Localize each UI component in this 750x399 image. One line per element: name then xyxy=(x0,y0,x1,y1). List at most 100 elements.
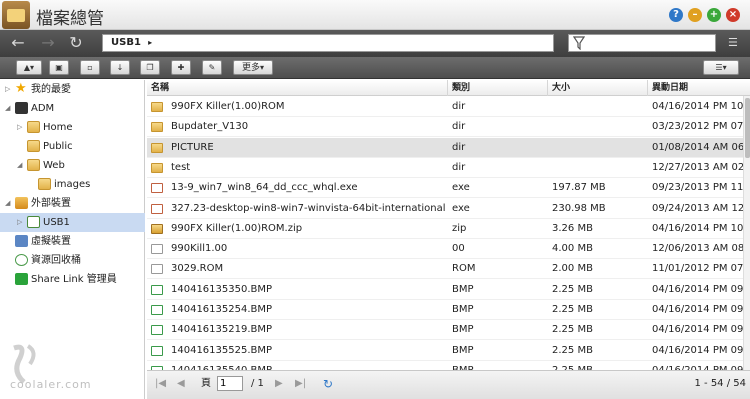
refresh-page-icon[interactable]: ↻ xyxy=(323,377,333,391)
file-row[interactable]: 3029.ROM ROM 2.00 MB 11/01/2012 PM 07. xyxy=(147,259,743,280)
tree-item-web[interactable]: ◢ Web xyxy=(0,156,145,175)
folder-icon xyxy=(151,102,163,112)
exe-icon xyxy=(151,203,163,214)
close-icon[interactable]: × xyxy=(726,8,740,22)
tree-item-share-link-manager[interactable]: Share Link 管理員 xyxy=(0,270,145,289)
file-row[interactable]: 990FX Killer(1.00)ROM.zip zip 3.26 MB 04/16… xyxy=(147,219,743,239)
file-name: 140416135219.BMP xyxy=(171,324,273,336)
last-page-icon[interactable]: ▶| xyxy=(295,377,306,391)
file-row[interactable]: test dir 12/27/2013 AM 02. xyxy=(147,158,743,178)
maximize-icon[interactable]: + xyxy=(707,8,721,22)
tree-item-favorites[interactable]: ▷ ★ 我的最愛 xyxy=(0,80,145,99)
file-row[interactable]: 140416135254.BMP BMP 2.25 MB 04/16/2014 PM … xyxy=(147,300,743,320)
tree-item-usb1[interactable]: ▷ USB1 xyxy=(0,213,145,232)
star-icon: ★ xyxy=(15,81,27,96)
tree-item-label: images xyxy=(54,179,91,190)
file-size: 230.98 MB xyxy=(552,202,606,214)
tree-item-virtual-devices[interactable]: 虛擬裝置 xyxy=(0,232,145,251)
folder-icon xyxy=(38,178,51,190)
minimize-icon[interactable]: – xyxy=(688,8,702,22)
bmp-icon xyxy=(151,305,163,315)
collapse-arrow-icon[interactable]: ◢ xyxy=(5,99,13,118)
download-button[interactable]: ↓ xyxy=(110,60,130,75)
file-row[interactable]: 140416135525.BMP BMP 2.25 MB 04/16/2014 PM … xyxy=(147,341,743,361)
file-size: 2.25 MB xyxy=(552,361,647,370)
file-row[interactable]: 140416135350.BMP BMP 2.25 MB 04/16/2014 PM … xyxy=(147,280,743,300)
recycle-bin-icon xyxy=(15,254,28,266)
file-icon xyxy=(151,244,163,255)
file-row[interactable]: Bupdater_V130 dir 03/23/2012 PM 07. xyxy=(147,117,743,138)
folder-icon xyxy=(27,121,40,133)
view-mode-button[interactable]: ☰▾ xyxy=(703,60,739,75)
file-type: dir xyxy=(452,141,466,153)
tree-item-label: 我的最愛 xyxy=(31,84,71,95)
column-header-name[interactable]: 名稱 xyxy=(147,80,448,96)
more-button[interactable]: 更多▾ xyxy=(233,60,273,75)
virtual-device-icon xyxy=(15,235,28,247)
tree-item-label: Public xyxy=(43,141,73,152)
file-name: 3029.ROM xyxy=(171,263,224,275)
rename-button[interactable]: ✎ xyxy=(202,60,222,75)
file-row[interactable]: 140416135219.BMP BMP 2.25 MB 04/16/2014 PM … xyxy=(147,320,743,341)
tree-item-recycle-bin[interactable]: 資源回收桶 xyxy=(0,251,145,270)
more-button-label: 更多 xyxy=(241,63,260,73)
list-menu-icon[interactable]: ☰ xyxy=(728,35,742,51)
prev-page-icon[interactable]: ◀ xyxy=(177,377,185,391)
move-button[interactable]: ✚ xyxy=(171,60,191,75)
expand-arrow-icon[interactable]: ▷ xyxy=(5,80,13,99)
path-segment-usb1[interactable]: USB1 xyxy=(111,37,141,48)
file-type: dir xyxy=(452,101,466,112)
file-date: 03/23/2012 PM 07. xyxy=(652,121,743,133)
tree-item-public[interactable]: Public xyxy=(0,137,145,156)
copy-button[interactable]: ❐ xyxy=(140,60,160,75)
file-name: test xyxy=(171,161,191,173)
tree-item-external-devices[interactable]: ◢ 外部裝置 xyxy=(0,194,145,213)
upload-menu-button[interactable]: ▲▾ xyxy=(16,60,42,75)
file-row[interactable]: 990Kill1.00 00 4.00 MB 12/06/2013 AM 08. xyxy=(147,239,743,260)
file-date: 04/16/2014 PM 10. xyxy=(652,222,743,234)
pagination-bar: |◀ ◀ 頁 / 1 ▶ ▶| ↻ 1 - 54 / 54 xyxy=(147,370,750,399)
back-arrow-icon[interactable]: ← xyxy=(6,32,30,54)
usb-icon xyxy=(27,216,40,228)
scrollbar-thumb[interactable] xyxy=(745,98,750,158)
new-folder-button[interactable]: ▣ xyxy=(49,60,69,75)
collapse-arrow-icon[interactable]: ◢ xyxy=(5,194,13,213)
path-bar[interactable]: USB1 ▸ xyxy=(102,34,554,52)
forward-arrow-icon[interactable]: → xyxy=(36,32,60,54)
tree-item-label: USB1 xyxy=(43,217,70,228)
filter-input[interactable] xyxy=(568,34,716,52)
file-date: 04/16/2014 PM 09. xyxy=(652,283,743,295)
tree-item-label: 資源回收桶 xyxy=(31,255,81,266)
file-date: 04/16/2014 PM 09. xyxy=(652,344,743,356)
file-row[interactable]: 327.23-desktop-win8-win7-winvista-64bit-… xyxy=(147,199,743,219)
filter-icon[interactable] xyxy=(573,36,585,50)
refresh-icon[interactable]: ↻ xyxy=(64,32,88,54)
file-date: 11/01/2012 PM 07. xyxy=(652,263,743,275)
column-header-size[interactable]: 大小 xyxy=(548,80,648,96)
expand-arrow-icon[interactable]: ▷ xyxy=(17,213,25,232)
tree-item-label: 外部裝置 xyxy=(31,198,71,209)
file-type: exe xyxy=(452,182,470,194)
tree-item-home[interactable]: ▷ Home xyxy=(0,118,145,137)
first-page-icon[interactable]: |◀ xyxy=(155,377,166,391)
page-number-input[interactable] xyxy=(217,376,243,391)
column-header-date[interactable]: 異動日期 xyxy=(648,80,750,96)
file-row[interactable]: 13-9_win7_win8_64_dd_ccc_whql.exe exe 197.… xyxy=(147,178,743,199)
file-row[interactable]: PICTURE dir 01/08/2014 AM 06. xyxy=(147,137,743,158)
help-icon[interactable]: ? xyxy=(669,8,683,22)
file-date: 04/16/2014 PM 09. xyxy=(652,304,743,315)
column-header-type[interactable]: 類別 xyxy=(448,80,548,96)
tree-item-adm[interactable]: ◢ ADM xyxy=(0,99,145,118)
next-page-icon[interactable]: ▶ xyxy=(275,377,283,391)
toolbar: ▲▾ ▣ ▫ ↓ ❐ ✚ ✎ 更多▾ ☰▾ xyxy=(0,57,750,79)
file-row[interactable]: 140416135540.BMP BMP 2.25 MB 04/16/2014 PM … xyxy=(147,361,743,370)
expand-arrow-icon[interactable]: ▷ xyxy=(17,118,25,137)
open-button[interactable]: ▫ xyxy=(80,60,100,75)
file-row[interactable]: 990FX Killer(1.00)ROM dir 04/16/2014 PM 10… xyxy=(147,97,743,117)
tree-item-images[interactable]: images xyxy=(0,175,145,194)
title-bar: 檔案總管 ? – + × xyxy=(0,0,750,30)
total-pages: / 1 xyxy=(251,378,264,389)
vertical-scrollbar[interactable] xyxy=(743,96,750,370)
file-type: 00 xyxy=(452,243,465,255)
collapse-arrow-icon[interactable]: ◢ xyxy=(17,156,25,175)
